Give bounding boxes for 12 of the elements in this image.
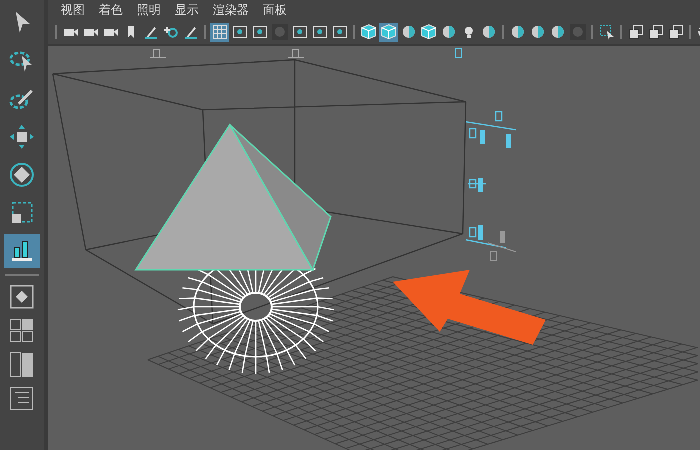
menu-item[interactable]: 渲染器 (206, 2, 256, 18)
select-box-icon[interactable] (597, 22, 616, 42)
menu-item[interactable]: 照明 (130, 2, 168, 18)
cube-icon[interactable] (419, 22, 438, 42)
menu-item[interactable]: 视图 (54, 2, 92, 18)
menu-item[interactable]: 显示 (168, 2, 206, 18)
grid-icon[interactable] (210, 22, 229, 42)
graph-editor-icon[interactable] (4, 234, 40, 268)
menu-item[interactable]: 面板 (256, 2, 294, 18)
cube-icon[interactable] (359, 22, 378, 42)
menu-item[interactable]: 着色 (92, 2, 130, 18)
cube-icon[interactable] (379, 22, 398, 42)
